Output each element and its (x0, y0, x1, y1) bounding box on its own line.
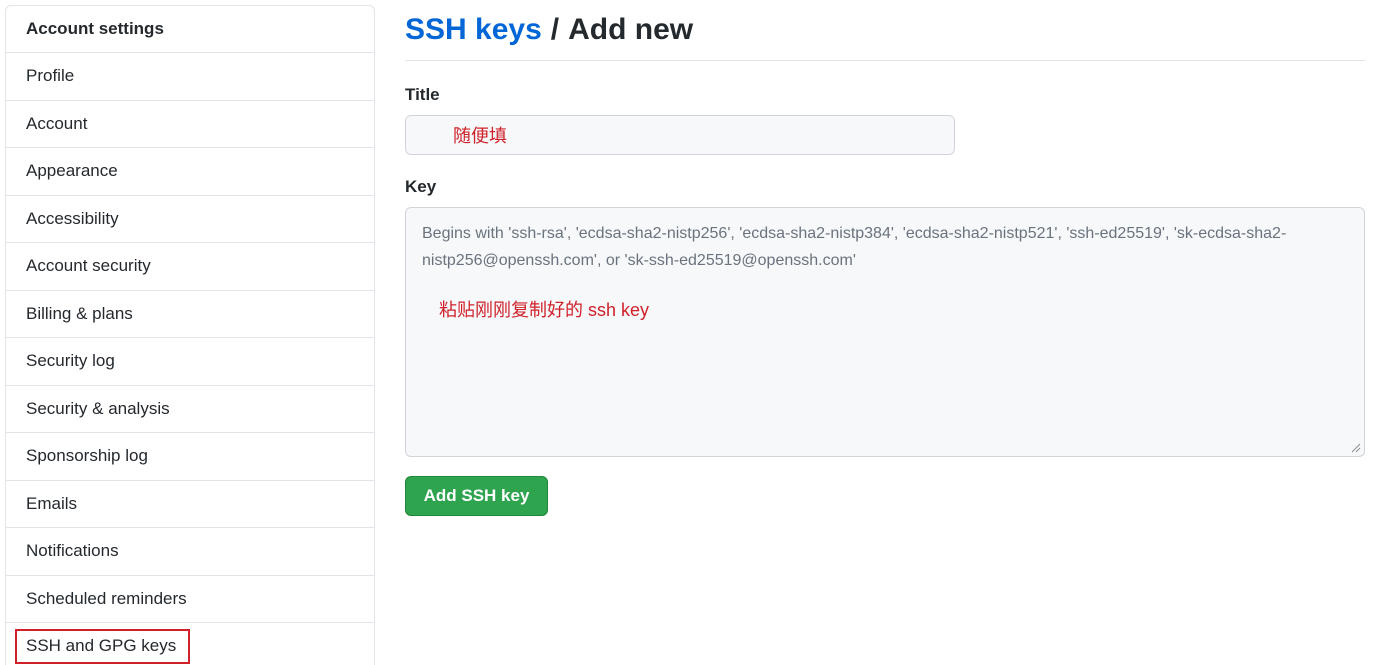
add-ssh-key-button[interactable]: Add SSH key (405, 476, 548, 516)
sidebar-item-label: Security log (26, 351, 115, 371)
title-label: Title (405, 85, 440, 104)
sidebar-item-profile[interactable]: Profile (6, 53, 374, 101)
sidebar-item-label: Emails (26, 493, 78, 513)
breadcrumb-separator: / (550, 13, 560, 46)
sidebar-item-label: Profile (26, 66, 75, 86)
key-textarea[interactable]: Begins with 'ssh-rsa', 'ecdsa-sha2-nistp… (405, 207, 1365, 457)
sidebar-item-account[interactable]: Account (6, 101, 374, 148)
sidebar-item-label: Account security (26, 256, 151, 276)
sidebar-item-accessibility[interactable]: Accessibility (6, 196, 374, 243)
sidebar-item-label: Billing & plans (26, 303, 133, 323)
sidebar-header: Account settings (6, 6, 374, 53)
sidebar-item-label: Accessibility (26, 208, 119, 228)
title-input-value: 随便填 (453, 126, 507, 146)
sidebar-item-label: Appearance (26, 161, 118, 181)
breadcrumb-current: Add new (568, 13, 694, 46)
sidebar-item-ssh-gpg-keys[interactable]: SSH and GPG keys (6, 623, 374, 665)
sidebar-item-sponsorship-log[interactable]: Sponsorship log (6, 433, 374, 481)
breadcrumb-ssh-keys-link[interactable]: SSH keys (405, 13, 542, 47)
sidebar-item-notifications[interactable]: Notifications (6, 528, 374, 576)
title-input[interactable]: 随便填 (405, 115, 955, 155)
sidebar-item-scheduled-reminders[interactable]: Scheduled reminders (6, 576, 374, 623)
page-title: SSH keys / Add new (405, 0, 1365, 61)
sidebar-item-security-analysis[interactable]: Security & analysis (6, 386, 374, 433)
sidebar-item-label: Account (26, 113, 88, 133)
sidebar-item-account-security[interactable]: Account security (6, 243, 374, 291)
sidebar-item-security-log[interactable]: Security log (6, 338, 374, 386)
resize-handle-icon[interactable] (1351, 443, 1361, 453)
sidebar-item-label: Notifications (26, 541, 119, 561)
key-label: Key (405, 177, 437, 196)
sidebar-item-billing[interactable]: Billing & plans (6, 291, 374, 338)
settings-sidebar: Account settings Profile Account Appeara… (5, 5, 375, 665)
main-content: SSH keys / Add new Title 随便填 Key Begins … (405, 0, 1365, 516)
sidebar-item-appearance[interactable]: Appearance (6, 148, 374, 196)
sidebar-item-label: SSH and GPG keys (15, 628, 191, 664)
sidebar-item-label: Scheduled reminders (26, 588, 187, 608)
sidebar-item-label: Sponsorship log (26, 446, 148, 466)
sidebar-item-label: Security & analysis (26, 398, 170, 418)
sidebar-item-emails[interactable]: Emails (6, 481, 374, 528)
key-placeholder: Begins with 'ssh-rsa', 'ecdsa-sha2-nistp… (422, 225, 1287, 269)
key-value-annotation: 粘贴刚刚复制好的 ssh key (439, 300, 650, 320)
